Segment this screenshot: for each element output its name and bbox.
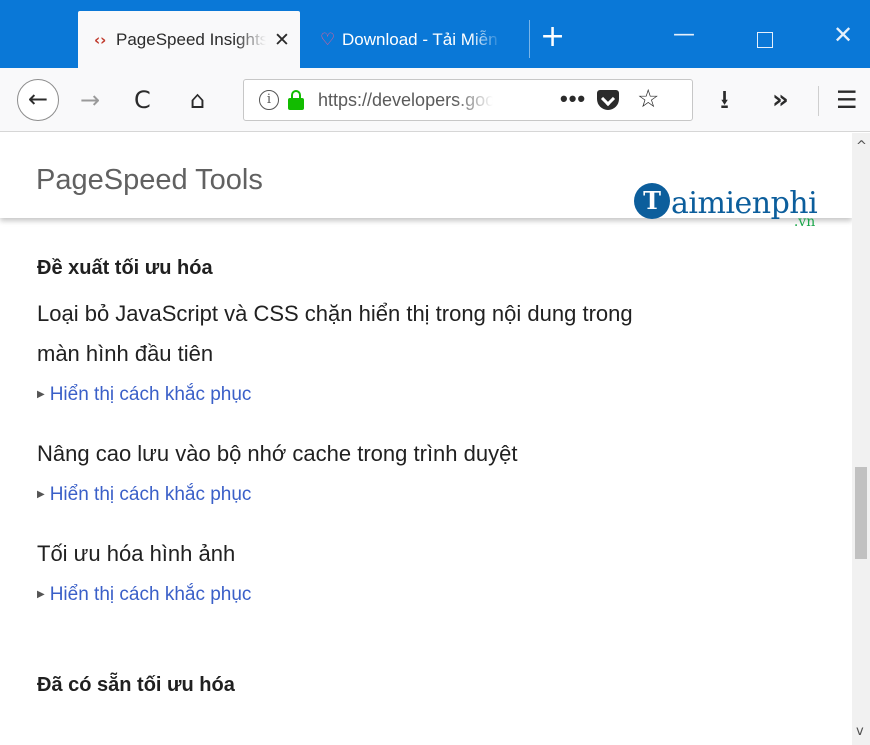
suggestions-content: Đề xuất tối ưu hóa Loại bỏ JavaScript và… — [37, 253, 827, 697]
show-fix-label[interactable]: Hiển thị cách khắc phục — [50, 382, 252, 408]
show-fix-label[interactable]: Hiển thị cách khắc phục — [50, 482, 252, 508]
show-fix-link[interactable]: ▶ Hiển thị cách khắc phục — [37, 482, 827, 508]
taimienphi-logo: T aimienphi .vn — [634, 183, 818, 230]
download-button[interactable]: ⭳ — [720, 81, 729, 119]
rule-title-continued: màn hình đầu tiên — [37, 341, 214, 366]
page-header: PageSpeed Tools T aimienphi .vn — [0, 133, 852, 230]
heart-icon: ♡ — [320, 29, 336, 50]
tab-title: PageSpeed Insights — [116, 29, 266, 49]
page-viewport: PageSpeed Tools T aimienphi .vn Đề xuất … — [0, 133, 870, 745]
title-bar: ‹› PageSpeed Insights ✕ ♡ Download - Tải… — [0, 0, 870, 68]
page-actions-button[interactable]: ••• — [560, 88, 586, 110]
suggestions-heading: Đề xuất tối ưu hóa — [37, 257, 213, 279]
info-icon[interactable]: i — [259, 90, 279, 110]
back-button[interactable]: ← — [17, 79, 59, 121]
rule-item: Tối ưu hóa hình ảnh ▶ Hiển thị cách khắc… — [37, 534, 827, 608]
tab-pagespeed[interactable]: ‹› PageSpeed Insights ✕ — [78, 11, 300, 68]
toolbar-divider — [818, 86, 819, 116]
hamburger-menu-button[interactable]: ☰ — [836, 81, 858, 119]
expand-arrow-icon: ▶ — [37, 489, 45, 500]
show-fix-link[interactable]: ▶ Hiển thị cách khắc phục — [37, 382, 827, 408]
tab-divider — [529, 20, 530, 58]
tab-title: Download - Tải Miễn Phí — [342, 29, 502, 49]
lock-icon[interactable] — [288, 90, 304, 110]
bookmark-star-icon[interactable]: ☆ — [637, 84, 659, 114]
navigation-bar: ← → C ⌂ i https://developers.google.com/… — [0, 68, 870, 132]
rule-title: Loại bỏ JavaScript và CSS chặn hiển thị … — [37, 301, 633, 326]
rule-item: Nâng cao lưu vào bộ nhớ cache trong trìn… — [37, 434, 827, 508]
overflow-menu-button[interactable]: » — [772, 81, 789, 119]
found-optimizations-heading: Đã có sẵn tối ưu hóa — [37, 674, 235, 696]
scroll-thumb[interactable] — [855, 467, 867, 559]
reload-button[interactable]: C — [134, 81, 151, 119]
pocket-icon[interactable] — [597, 90, 619, 110]
url-bar[interactable]: i https://developers.google.com/speed/pa… — [243, 79, 693, 121]
close-window-button[interactable]: ✕ — [833, 23, 853, 47]
code-brackets-icon: ‹› — [94, 30, 107, 49]
expand-arrow-icon: ▶ — [37, 389, 45, 400]
home-button[interactable]: ⌂ — [190, 81, 205, 119]
rule-item: Loại bỏ JavaScript và CSS chặn hiển thị … — [37, 294, 827, 408]
scroll-down-arrow-icon[interactable]: v — [856, 724, 864, 739]
logo-suffix: .vn — [793, 214, 816, 230]
show-fix-label[interactable]: Hiển thị cách khắc phục — [50, 582, 252, 608]
maximize-button[interactable] — [757, 32, 773, 48]
expand-arrow-icon: ▶ — [37, 589, 45, 600]
show-fix-link[interactable]: ▶ Hiển thị cách khắc phục — [37, 582, 827, 608]
rule-title: Nâng cao lưu vào bộ nhớ cache trong trìn… — [37, 441, 518, 466]
forward-button[interactable]: → — [80, 81, 100, 119]
vertical-scrollbar[interactable]: ^ v — [852, 133, 870, 745]
url-text[interactable]: https://developers.google.com/speed/page… — [318, 90, 493, 111]
new-tab-button[interactable]: + — [540, 22, 565, 52]
minimize-button[interactable]: — — [673, 24, 695, 46]
scroll-up-arrow-icon[interactable]: ^ — [856, 139, 867, 154]
rule-title: Tối ưu hóa hình ảnh — [37, 541, 236, 566]
logo-letter: T — [634, 183, 670, 219]
page-title: PageSpeed Tools — [36, 164, 263, 196]
close-tab-button[interactable]: ✕ — [274, 29, 290, 51]
tab-download[interactable]: ♡ Download - Tải Miễn Phí — [308, 11, 526, 68]
